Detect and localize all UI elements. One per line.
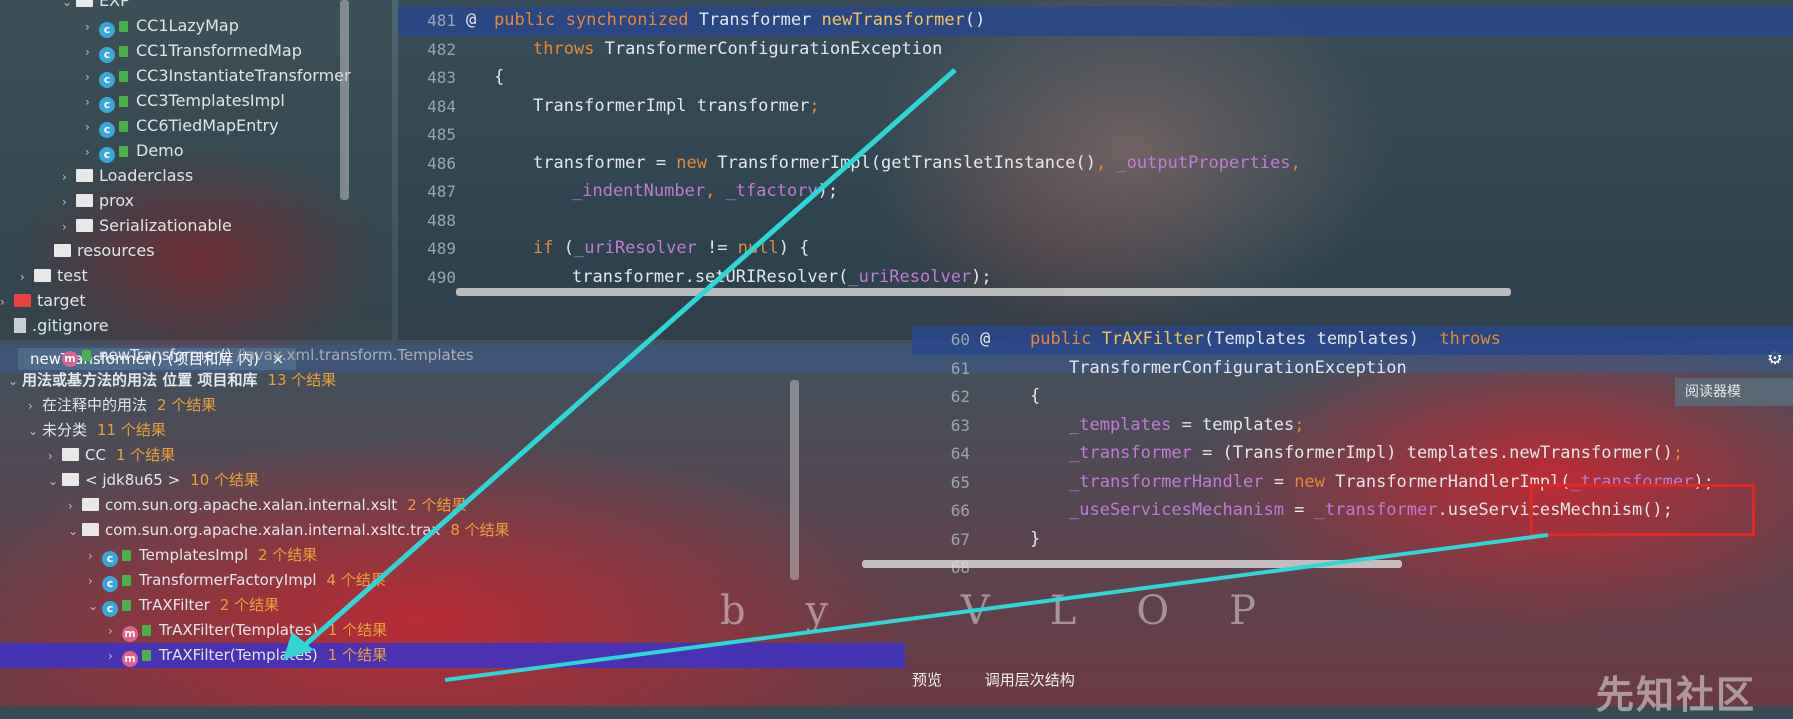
watermark-logo: 先知社区 bbox=[1596, 673, 1757, 717]
annotation-arrow-2 bbox=[444, 533, 1549, 682]
annotation-arrow-1 bbox=[303, 68, 957, 647]
annotation-arrows bbox=[283, 68, 1549, 682]
arrow-head-icon bbox=[283, 632, 314, 660]
